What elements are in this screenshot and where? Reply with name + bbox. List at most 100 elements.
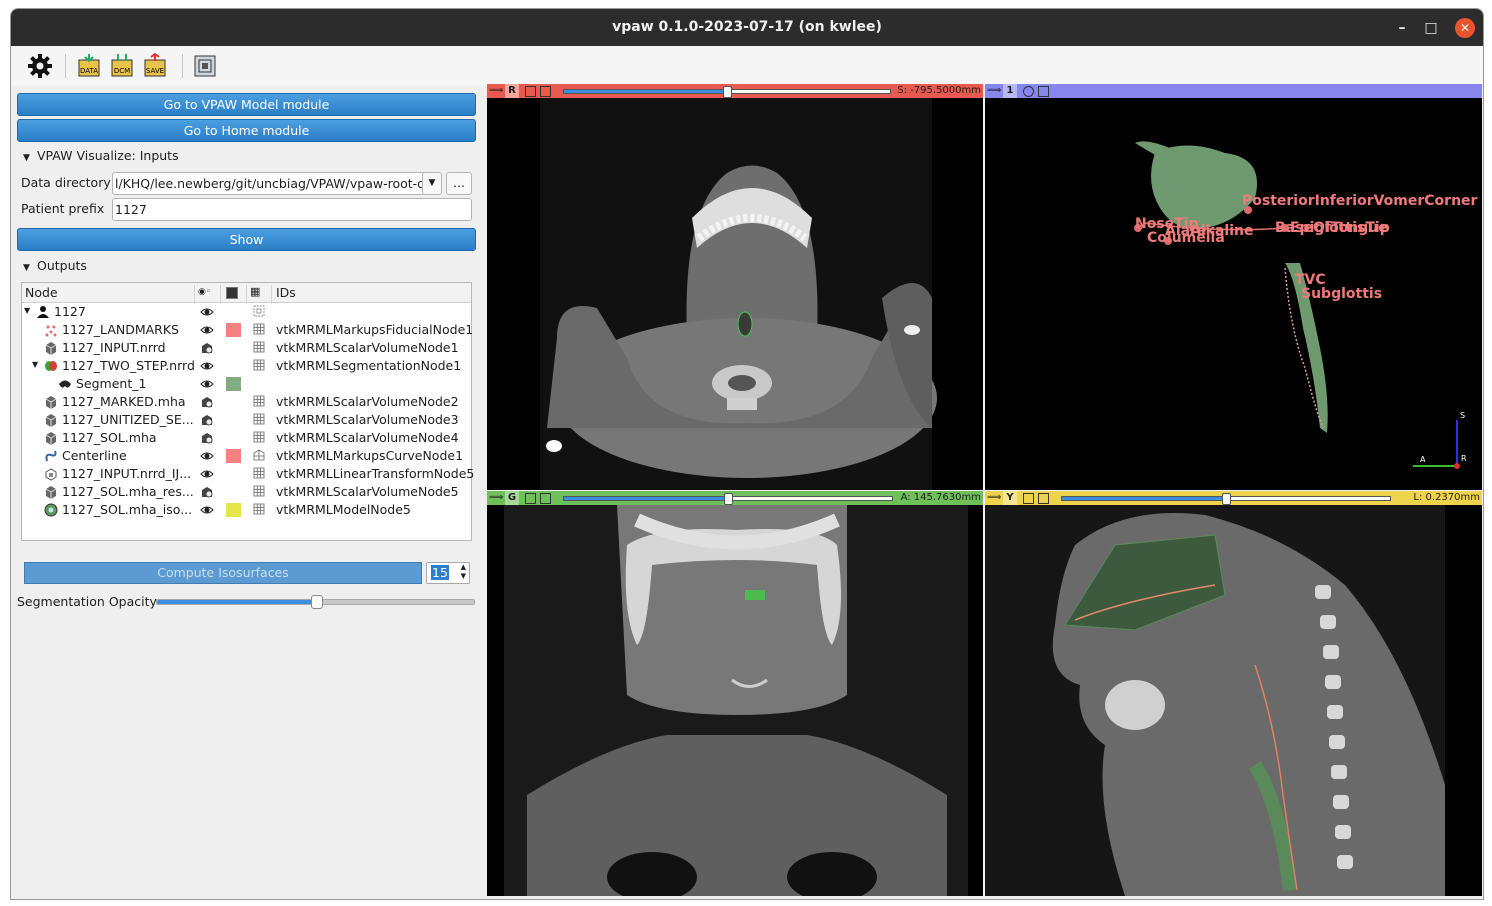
red-slice-view[interactable] (487, 98, 983, 490)
data-icon[interactable]: DATA (76, 53, 102, 79)
spin-up-icon[interactable]: ▲ (461, 563, 466, 571)
spin-down-icon[interactable]: ▼ (461, 572, 466, 580)
green-view-label[interactable]: G (505, 491, 519, 505)
yellow-slice-view[interactable] (985, 505, 1482, 896)
tree-row[interactable]: 1127_LANDMARKS vtkMRMLMarkupsFiducialNode… (22, 321, 473, 339)
landmark-label: Subglottis (1301, 286, 1382, 302)
column-node[interactable]: Node (25, 285, 58, 300)
volume-visibility-icon[interactable] (200, 431, 214, 445)
column-ids[interactable]: IDs (276, 285, 296, 300)
view-options-icon[interactable] (1038, 493, 1049, 504)
red-view-controller: ⟹ R S: -795.5000mm (487, 84, 983, 98)
green-slider-handle[interactable] (724, 493, 733, 505)
minimize-button[interactable]: – (1392, 18, 1412, 38)
node-name: 1127_SOL.mha (62, 430, 157, 445)
tree-row[interactable]: 1127_SOL.mha_iso... vtkMRMLModelNode5 (22, 501, 471, 519)
show-button[interactable]: Show (17, 228, 476, 251)
volume-visibility-icon[interactable] (200, 485, 214, 499)
green-slice-view[interactable] (487, 505, 983, 896)
tree-row[interactable]: ▼ 1127_TWO_STEP.nrrd vtkMRMLSegmentationNo… (22, 357, 471, 375)
transform-grid-icon[interactable] (253, 485, 265, 497)
color-swatch[interactable] (226, 377, 241, 391)
transform-grid-icon[interactable] (253, 323, 265, 335)
tree-row[interactable]: 1127_MARKED.mha vtkMRMLScalarVolumeNode2 (22, 393, 471, 411)
visibility-column-icon[interactable]: ◉◦ (198, 287, 211, 297)
maximize-button[interactable]: □ (1421, 18, 1441, 38)
browse-button[interactable]: ... (446, 172, 472, 195)
tree-row[interactable]: 1127_UNITIZED_SE... vtkMRMLScalarVolumeNo… (22, 411, 471, 429)
go-to-model-button[interactable]: Go to VPAW Model module (17, 93, 476, 116)
volume-visibility-icon[interactable] (200, 341, 214, 355)
link-icon[interactable] (1023, 493, 1034, 504)
patient-prefix-field[interactable]: 1127 (112, 198, 472, 221)
center-view-icon[interactable] (1023, 86, 1034, 97)
tree-row[interactable]: 1127_SOL.mha vtkMRMLScalarVolumeNode4 (22, 429, 471, 447)
green-slice-slider[interactable] (563, 493, 893, 505)
color-swatch[interactable] (226, 503, 241, 517)
yellow-slice-slider[interactable] (1061, 493, 1391, 505)
pin-icon[interactable]: ⟹ (987, 491, 1001, 505)
red-slider-handle[interactable] (723, 86, 732, 98)
save-icon[interactable]: SAVE (142, 53, 168, 79)
tree-row[interactable]: Segment_1 (22, 375, 471, 393)
transform-grid-icon[interactable] (253, 431, 265, 443)
folder-transform-icon[interactable] (253, 305, 265, 317)
transform-grid-icon[interactable] (253, 359, 265, 371)
opacity-slider[interactable] (156, 595, 475, 609)
threed-view[interactable]: PosteriorInferiorVomerCorner NoseTip Col… (985, 98, 1482, 490)
data-directory-field[interactable]: l/KHQ/lee.newberg/git/uncbiag/VPAW/vpaw-… (112, 172, 428, 195)
compute-isosurfaces-button[interactable]: Compute Isosurfaces (24, 562, 422, 584)
outputs-section-header[interactable]: ▼ Outputs (23, 258, 87, 273)
tree-row[interactable]: 1127_INPUT.nrrd vtkMRMLScalarVolumeNode1 (22, 339, 471, 357)
eye-icon[interactable] (200, 305, 214, 319)
view-options-icon[interactable] (540, 493, 551, 504)
yellow-slider-handle[interactable] (1222, 493, 1231, 505)
isosurface-spinbox[interactable]: 15 ▲ ▼ (426, 562, 470, 584)
volume-visibility-icon[interactable] (200, 413, 214, 427)
transform-column-icon[interactable]: ▦ (250, 285, 260, 298)
eye-icon[interactable] (200, 449, 214, 463)
red-slice-slider[interactable] (563, 86, 891, 98)
yellow-view-label[interactable]: Y (1003, 491, 1017, 505)
transform-grid-icon[interactable] (253, 503, 265, 515)
eye-icon[interactable] (200, 323, 214, 337)
tree-row[interactable]: Centerline vtkMRMLMarkupsCurveNode1 (22, 447, 471, 465)
expand-arrow-icon[interactable]: ▼ (24, 306, 34, 315)
expand-arrow-icon[interactable]: ▼ (32, 360, 42, 369)
pin-icon[interactable]: ⟹ (987, 84, 1001, 98)
transform-grid-icon[interactable] (253, 341, 265, 353)
go-to-home-button[interactable]: Go to Home module (17, 119, 476, 142)
transform-grid-icon[interactable] (253, 449, 265, 461)
eye-icon[interactable] (200, 377, 214, 391)
eye-icon[interactable] (200, 359, 214, 373)
link-icon[interactable] (525, 493, 536, 504)
color-swatch[interactable] (226, 449, 241, 463)
save-label: SAVE (146, 67, 164, 75)
tree-row[interactable]: ▼ 1127 (22, 303, 471, 321)
color-swatch[interactable] (226, 323, 241, 337)
eye-icon[interactable] (200, 503, 214, 517)
close-button[interactable]: ✕ (1455, 18, 1475, 38)
tree-row[interactable]: 1127_SOL.mha_res... vtkMRMLScalarVolumeNo… (22, 483, 471, 501)
opacity-slider-handle[interactable] (311, 595, 323, 609)
color-column-icon[interactable] (226, 287, 238, 299)
dropdown-arrow-icon[interactable]: ▼ (422, 172, 442, 195)
transform-grid-icon[interactable] (253, 413, 265, 425)
pin-icon[interactable]: ⟹ (489, 491, 503, 505)
inputs-section-header[interactable]: ▼ VPAW Visualize: Inputs (23, 148, 179, 163)
layout-icon[interactable] (192, 53, 218, 79)
pin-icon[interactable]: ⟹ (489, 84, 503, 98)
volume-visibility-icon[interactable] (200, 395, 214, 409)
outputs-tree[interactable]: Node ◉◦ ▦ IDs ▼ 1127 1127_LANDMARKS vtkMRML… (21, 282, 474, 541)
view-options-icon[interactable] (540, 86, 551, 97)
transform-grid-icon[interactable] (253, 467, 265, 479)
red-view-label[interactable]: R (505, 84, 519, 98)
view-options-icon[interactable] (1038, 86, 1049, 97)
tree-row[interactable]: 1127_INPUT.nrrd_IJ... vtkMRMLLinearTransf… (22, 465, 474, 483)
transform-grid-icon[interactable] (253, 395, 265, 407)
threed-view-label[interactable]: 1 (1003, 84, 1017, 98)
dcm-icon[interactable]: DCM (109, 53, 135, 79)
eye-icon[interactable] (200, 467, 214, 481)
link-icon[interactable] (525, 86, 536, 97)
gear-icon[interactable] (27, 53, 53, 79)
